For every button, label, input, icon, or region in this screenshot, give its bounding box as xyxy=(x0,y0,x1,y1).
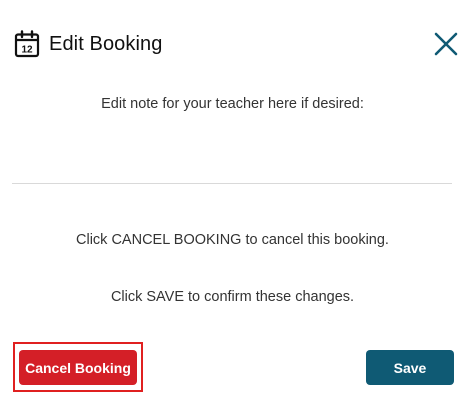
edit-booking-dialog: 12 Edit Booking Edit note for your teach… xyxy=(0,0,469,402)
close-icon[interactable] xyxy=(433,31,459,57)
cancel-booking-button[interactable]: Cancel Booking xyxy=(19,350,137,385)
calendar-icon: 12 xyxy=(14,30,40,58)
save-instruction: Click SAVE to confirm these changes. xyxy=(110,289,355,305)
dialog-header: 12 Edit Booking xyxy=(14,30,163,58)
save-button[interactable]: Save xyxy=(366,350,454,385)
calendar-icon-number: 12 xyxy=(21,45,33,56)
teacher-note-input[interactable] xyxy=(12,126,452,184)
dialog-title: Edit Booking xyxy=(49,32,163,55)
note-label: Edit note for your teacher here if desir… xyxy=(101,96,364,112)
cancel-instruction: Click CANCEL BOOKING to cancel this book… xyxy=(76,232,389,248)
